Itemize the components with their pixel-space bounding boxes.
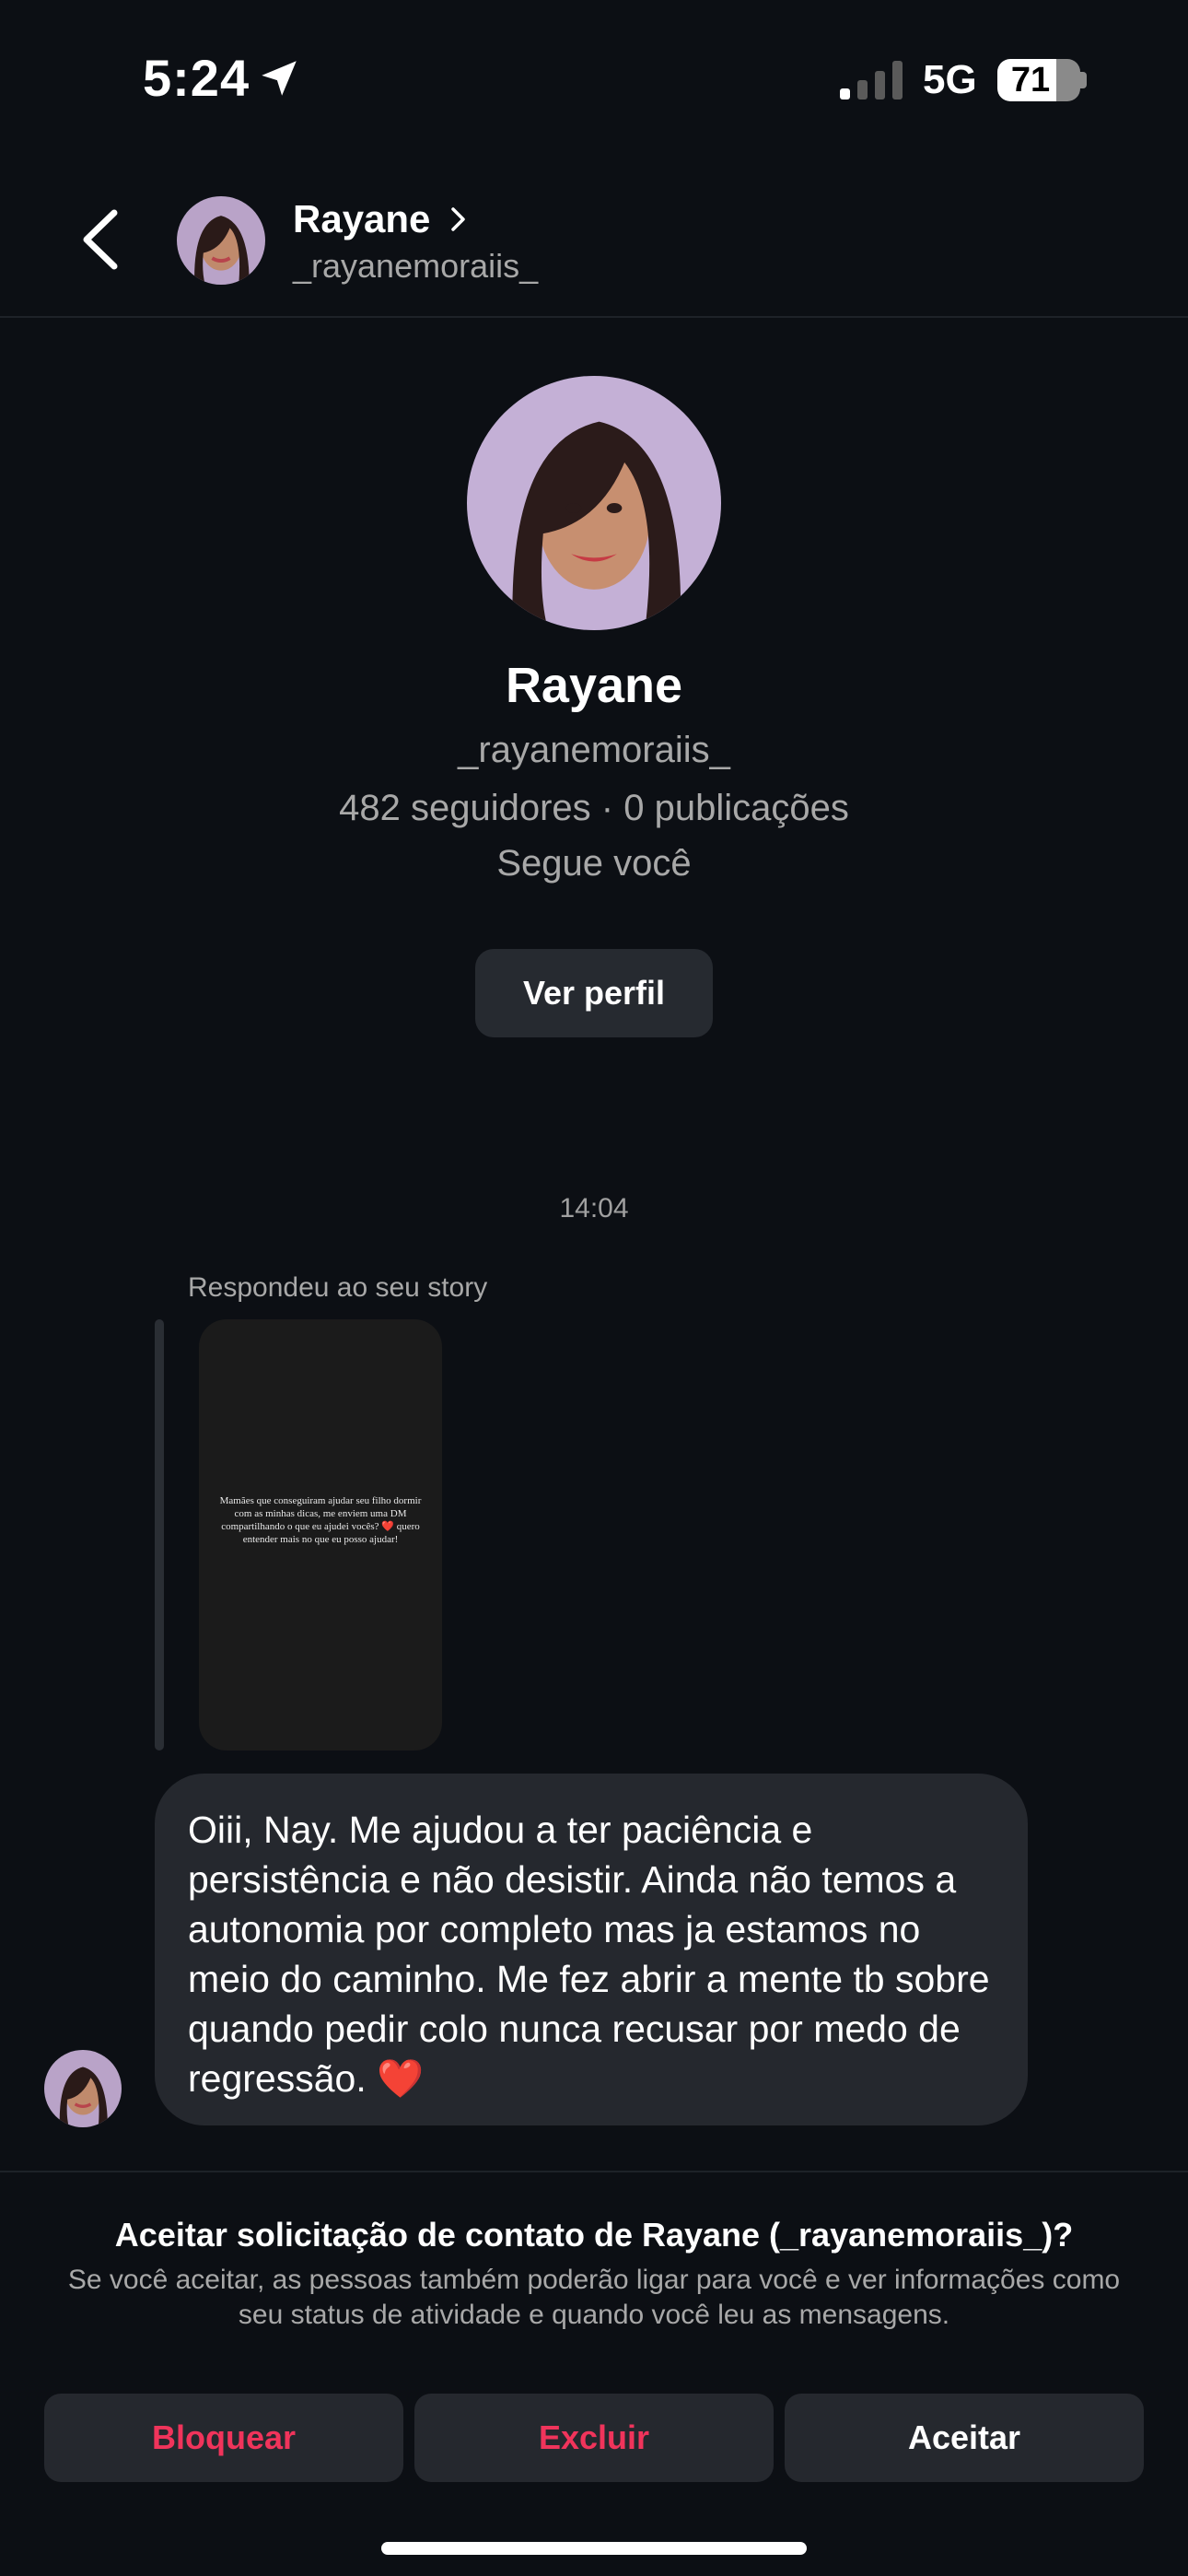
battery-cap [1080, 72, 1087, 88]
network-type: 5G [923, 57, 977, 102]
header-avatar[interactable] [177, 196, 265, 285]
profile-handle: _rayanemoraiis_ [458, 730, 730, 770]
profile-name: Rayane [505, 658, 683, 713]
block-button[interactable]: Bloquear [44, 2394, 403, 2482]
header-divider [0, 316, 1188, 318]
back-button[interactable] [74, 207, 129, 272]
status-time: 5:24 [143, 49, 250, 107]
home-indicator[interactable] [381, 2542, 807, 2555]
view-profile-button[interactable]: Ver perfil [475, 949, 713, 1037]
delete-button[interactable]: Excluir [414, 2394, 774, 2482]
story-thumbnail[interactable]: Mamães que conseguiram ajudar seu filho … [199, 1319, 442, 1751]
battery-level: 71 [1010, 61, 1051, 100]
cellular-signal-icon [840, 61, 903, 100]
chevron-right-icon[interactable] [446, 205, 470, 233]
message-timestamp: 14:04 [559, 1193, 629, 1224]
profile-stats: 482 seguidores · 0 publicações [339, 788, 849, 828]
request-divider [0, 2171, 1188, 2172]
location-arrow-icon [262, 61, 297, 96]
header-handle: _rayanemoraiis_ [293, 247, 539, 285]
story-reply-caption: Respondeu ao seu story [188, 1272, 488, 1303]
story-text: Mamães que conseguiram ajudar seu filho … [219, 1495, 422, 1545]
follow-status: Segue você [496, 843, 692, 884]
request-description: Se você aceitar, as pessoas também poder… [67, 2265, 1121, 2330]
profile-avatar[interactable] [467, 376, 721, 630]
accept-button[interactable]: Aceitar [785, 2394, 1144, 2482]
message-bubble[interactable]: Oiii, Nay. Me ajudou a ter paciência e p… [155, 1774, 1028, 2125]
header-name[interactable]: Rayane [293, 197, 430, 241]
dm-request-screen: 5:24 5G 71 Rayane _rayanemoraiis_ Rayane… [0, 0, 1188, 2576]
story-reply-bar [155, 1319, 164, 1751]
request-title: Aceitar solicitação de contato de Rayane… [114, 2216, 1074, 2254]
battery-icon: 71 [997, 59, 1080, 101]
sender-avatar[interactable] [44, 2050, 122, 2127]
